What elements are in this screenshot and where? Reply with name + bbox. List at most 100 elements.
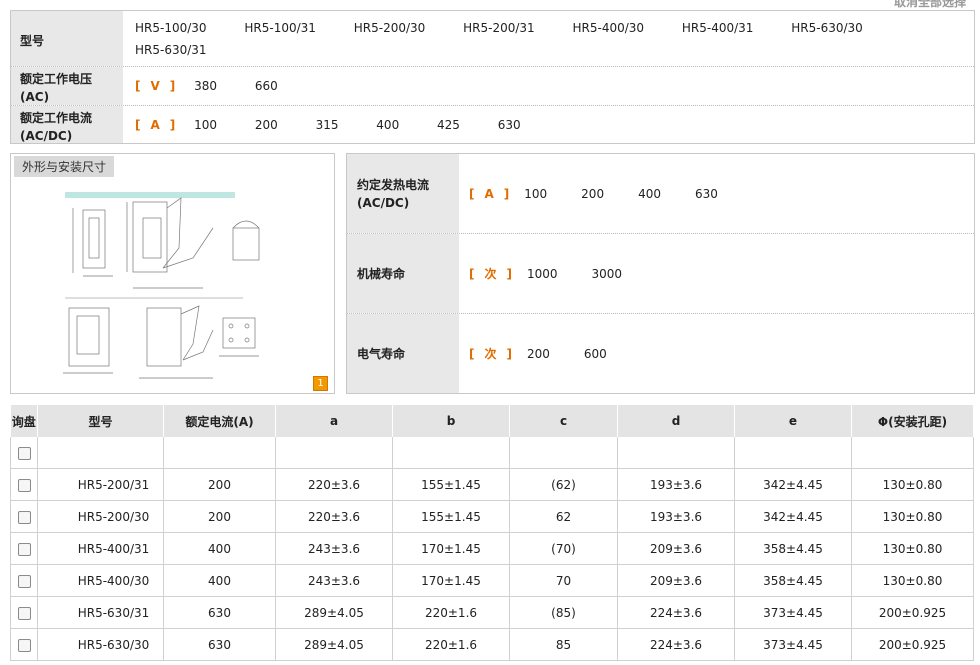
electrical-life-option[interactable]: 200	[527, 347, 550, 361]
table-cell: HR5-630/31	[37, 596, 164, 629]
column-header: a	[275, 405, 393, 437]
inquiry-checkbox[interactable]	[17, 606, 31, 620]
table-cell: 62	[509, 500, 618, 533]
spec-row-electrical-life: 电气寿命 [次] 200 600	[347, 314, 974, 393]
table-row: HR5-630/31 630 289±4.05 220±1.6 (85) 224…	[10, 596, 974, 629]
model-option[interactable]: HR5-100/30	[135, 17, 207, 39]
table-cell: (62)	[509, 468, 618, 501]
column-header: d	[617, 405, 735, 437]
table-cell: 289±4.05	[275, 628, 393, 661]
spec-row-mechanical-life: 机械寿命 [次] 1000 3000	[347, 234, 974, 314]
table-cell: 220±1.6	[392, 628, 510, 661]
table-cell: 630	[163, 628, 276, 661]
table-cell: 373±4.45	[734, 628, 852, 661]
current-option[interactable]: 630	[498, 114, 521, 136]
spec-label-voltage: 额定工作电压(AC)	[11, 67, 123, 105]
inquiry-checkbox[interactable]	[17, 574, 31, 588]
voltage-list: [V] 380 660	[123, 67, 974, 105]
column-header: 额定电流(A)	[163, 405, 276, 437]
voltage-option[interactable]: 380	[194, 75, 217, 97]
inquiry-checkbox[interactable]	[17, 478, 31, 492]
table-cell: 130±0.80	[851, 500, 974, 533]
current-option[interactable]: 100	[194, 114, 217, 136]
current-option[interactable]: 400	[376, 114, 399, 136]
table-cell: 155±1.45	[392, 500, 510, 533]
table-cell: 342±4.45	[734, 500, 852, 533]
table-cell: 170±1.45	[392, 532, 510, 565]
deselect-all-link[interactable]: 取消全部选择	[894, 0, 966, 10]
table-row: HR5-200/30 200 220±3.6 155±1.45 62 193±3…	[10, 500, 974, 533]
dimension-drawing[interactable]	[63, 188, 263, 398]
spec-row-voltage: 额定工作电压(AC) [V] 380 660	[11, 67, 974, 106]
spec-label-mechanical-life: 机械寿命	[347, 234, 459, 313]
inquiry-checkbox[interactable]	[17, 510, 31, 524]
model-option[interactable]: HR5-100/31	[244, 17, 316, 39]
extra-spec-panel: 约定发热电流(AC/DC) [A] 100 200 400 630 机械寿命 […	[346, 153, 975, 394]
inquiry-cell	[10, 628, 38, 661]
inquiry-cell	[10, 437, 38, 469]
table-row: HR5-400/30 400 243±3.6 170±1.45 70 209±3…	[10, 564, 974, 597]
inquiry-checkbox[interactable]	[17, 446, 31, 460]
table-cell	[734, 437, 852, 469]
table-cell: 400	[163, 532, 276, 565]
table-cell	[509, 437, 618, 469]
table-cell: 209±3.6	[617, 532, 735, 565]
table-cell: 193±3.6	[617, 500, 735, 533]
inquiry-checkbox[interactable]	[17, 638, 31, 652]
inquiry-cell	[10, 596, 38, 629]
mechanical-life-unit: [次]	[469, 267, 513, 281]
inquiry-cell	[10, 500, 38, 533]
table-cell: 220±1.6	[392, 596, 510, 629]
inquiry-checkbox[interactable]	[17, 542, 31, 556]
thermal-current-option[interactable]: 200	[581, 187, 604, 201]
table-cell: 342±4.45	[734, 468, 852, 501]
table-cell: 130±0.80	[851, 532, 974, 565]
mechanical-life-option[interactable]: 3000	[592, 267, 623, 281]
table-cell: 170±1.45	[392, 564, 510, 597]
current-option[interactable]: 425	[437, 114, 460, 136]
table-cell: (70)	[509, 532, 618, 565]
model-option[interactable]: HR5-200/30	[354, 17, 426, 39]
current-option[interactable]: 200	[255, 114, 278, 136]
table-cell: 200	[163, 468, 276, 501]
electrical-life-option[interactable]: 600	[584, 347, 607, 361]
table-cell: 243±3.6	[275, 532, 393, 565]
spec-row-thermal-current: 约定发热电流(AC/DC) [A] 100 200 400 630	[347, 154, 974, 234]
table-cell: HR5-200/31	[37, 468, 164, 501]
table-cell: 220±3.6	[275, 468, 393, 501]
table-cell: 243±3.6	[275, 564, 393, 597]
thermal-current-option[interactable]: 100	[524, 187, 547, 201]
page-number-badge[interactable]: 1	[313, 376, 328, 391]
table-cell: 193±3.6	[617, 468, 735, 501]
table-cell: HR5-400/30	[37, 564, 164, 597]
model-option[interactable]: HR5-630/31	[135, 39, 207, 61]
table-cell: 224±3.6	[617, 628, 735, 661]
thermal-current-list: [A] 100 200 400 630	[459, 154, 974, 233]
table-cell: HR5-400/31	[37, 532, 164, 565]
thermal-current-option[interactable]: 400	[638, 187, 661, 201]
table-cell	[851, 437, 974, 469]
table-cell	[37, 437, 164, 469]
table-cell: 200±0.925	[851, 596, 974, 629]
current-option[interactable]: 315	[316, 114, 339, 136]
spec-table: 型号 HR5-100/30 HR5-100/31 HR5-200/30 HR5-…	[10, 10, 975, 144]
inquiry-cell	[10, 532, 38, 565]
table-row	[10, 437, 974, 469]
model-option[interactable]: HR5-400/31	[682, 17, 754, 39]
thermal-current-option[interactable]: 630	[695, 187, 718, 201]
mechanical-life-option[interactable]: 1000	[527, 267, 558, 281]
spec-row-model: 型号 HR5-100/30 HR5-100/31 HR5-200/30 HR5-…	[11, 11, 974, 67]
column-header: Φ(安装孔距)	[851, 405, 974, 437]
table-row: HR5-200/31 200 220±3.6 155±1.45 (62) 193…	[10, 468, 974, 501]
column-header: e	[734, 405, 852, 437]
table-cell: 220±3.6	[275, 500, 393, 533]
model-option[interactable]: HR5-400/30	[573, 17, 645, 39]
table-cell	[617, 437, 735, 469]
inquiry-cell	[10, 468, 38, 501]
spec-label-current: 额定工作电流(AC/DC)	[11, 106, 123, 143]
voltage-option[interactable]: 660	[255, 75, 278, 97]
model-option[interactable]: HR5-630/30	[791, 17, 863, 39]
table-cell	[163, 437, 276, 469]
table-cell: 358±4.45	[734, 532, 852, 565]
model-option[interactable]: HR5-200/31	[463, 17, 535, 39]
